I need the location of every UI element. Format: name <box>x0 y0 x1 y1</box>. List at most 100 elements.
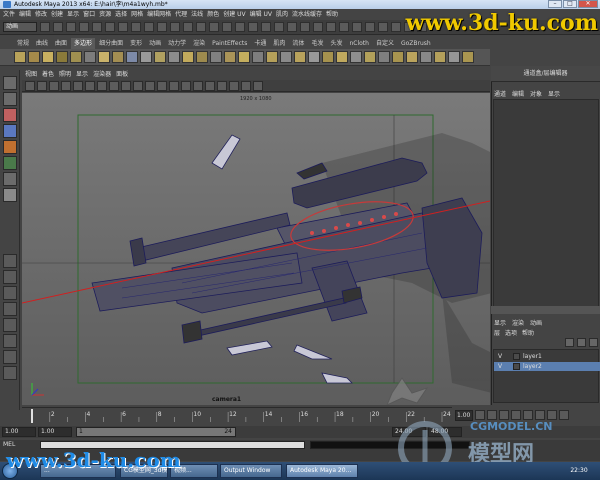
panel-splitter[interactable] <box>491 306 600 314</box>
shelf-tab[interactable]: 流体 <box>289 38 307 49</box>
shelf-tab[interactable]: GoZBrush <box>398 38 434 49</box>
menu-item[interactable]: 创建 UV <box>223 9 245 20</box>
layout-custom-icon[interactable] <box>3 350 17 364</box>
status-line-tool-icon[interactable] <box>105 22 115 32</box>
layer-visibility-toggle[interactable]: V <box>498 352 502 361</box>
shelf-tool-icon[interactable] <box>462 51 474 63</box>
range-handle[interactable]: 1 24 <box>76 427 236 437</box>
shelf-tool-icon[interactable] <box>252 51 264 63</box>
shelf-tool-icon[interactable] <box>84 51 96 63</box>
move-tool-icon[interactable] <box>3 124 17 138</box>
taskbar-button[interactable]: Output Window <box>220 464 282 478</box>
shelf-tool-icon[interactable] <box>28 51 40 63</box>
menu-item[interactable]: 资源 <box>99 9 111 20</box>
panel-toolbar-icon[interactable] <box>49 81 59 91</box>
layout-persp-icon[interactable] <box>3 286 17 300</box>
status-line-tool-icon[interactable] <box>183 22 193 32</box>
menu-item[interactable]: 编辑 <box>19 9 31 20</box>
step-back-key-icon[interactable] <box>487 410 497 420</box>
start-time-field[interactable]: 1.00 <box>2 427 36 437</box>
menu-item[interactable]: 肌肉 <box>276 9 288 20</box>
shelf-tab[interactable]: 卡通 <box>251 38 269 49</box>
shelf-tool-icon[interactable] <box>378 51 390 63</box>
panel-menu-item[interactable]: 显示 <box>76 70 88 80</box>
layer-editor-tab[interactable]: 动画 <box>530 318 542 327</box>
menu-item[interactable]: 编辑网格 <box>147 9 171 20</box>
layer-menu-item[interactable]: 层 <box>494 328 500 337</box>
shelf-tool-icon[interactable] <box>224 51 236 63</box>
panel-toolbar-icon[interactable] <box>133 81 143 91</box>
play-forward-icon[interactable] <box>523 410 533 420</box>
status-line-tool-icon[interactable] <box>274 22 284 32</box>
shelf-tab[interactable]: 毛发 <box>308 38 326 49</box>
status-line-tool-icon[interactable] <box>53 22 63 32</box>
playback-start-field[interactable]: 1.00 <box>38 427 72 437</box>
layout-outliner-icon[interactable] <box>3 302 17 316</box>
shelf-tab[interactable]: PaintEffects <box>209 38 250 49</box>
shelf-tool-icon[interactable] <box>98 51 110 63</box>
manipulator-icon[interactable] <box>3 172 17 186</box>
panel-toolbar-icon[interactable] <box>217 81 227 91</box>
menu-item[interactable]: 修改 <box>35 9 47 20</box>
shelf-tab[interactable]: 动画 <box>146 38 164 49</box>
select-tool-icon[interactable] <box>3 76 17 90</box>
layer-color-swatch[interactable] <box>513 363 520 370</box>
panel-menu-item[interactable]: 照明 <box>59 70 71 80</box>
panel-toolbar-icon[interactable] <box>205 81 215 91</box>
layout-single-icon[interactable] <box>3 254 17 268</box>
panel-toolbar-icon[interactable] <box>241 81 251 91</box>
shelf-tool-icon[interactable] <box>350 51 362 63</box>
shelf-tool-icon[interactable] <box>42 51 54 63</box>
layout-hypershade-icon[interactable] <box>3 334 17 348</box>
status-line-tool-icon[interactable] <box>339 22 349 32</box>
shelf-tool-icon[interactable] <box>322 51 334 63</box>
panel-toolbar-icon[interactable] <box>145 81 155 91</box>
status-line-tool-icon[interactable] <box>66 22 76 32</box>
shelf-tool-icon[interactable] <box>70 51 82 63</box>
panel-toolbar-icon[interactable] <box>157 81 167 91</box>
shelf-tool-icon[interactable] <box>238 51 250 63</box>
taskbar-button[interactable]: Autodesk Maya 20... <box>286 464 358 478</box>
status-line-tool-icon[interactable] <box>40 22 50 32</box>
shelf-tool-icon[interactable] <box>196 51 208 63</box>
status-line-tool-icon[interactable] <box>248 22 258 32</box>
play-back-icon[interactable] <box>511 410 521 420</box>
shelf-tool-icon[interactable] <box>364 51 376 63</box>
shelf-tool-icon[interactable] <box>154 51 166 63</box>
panel-toolbar-icon[interactable] <box>109 81 119 91</box>
shelf-tool-icon[interactable] <box>434 51 446 63</box>
layer-name[interactable]: layer2 <box>523 362 542 371</box>
status-line-tool-icon[interactable] <box>144 22 154 32</box>
status-line-tool-icon[interactable] <box>235 22 245 32</box>
panel-menu-item[interactable]: 着色 <box>42 70 54 80</box>
shelf-tool-icon[interactable] <box>126 51 138 63</box>
status-line-tool-icon[interactable] <box>79 22 89 32</box>
close-icon[interactable]: ✕ <box>578 0 598 8</box>
step-forward-key-icon[interactable] <box>547 410 557 420</box>
menu-item[interactable]: 网格 <box>131 9 143 20</box>
channel-box-body[interactable] <box>493 99 599 309</box>
shelf-tool-icon[interactable] <box>308 51 320 63</box>
shelf-tab[interactable]: 多边形 <box>71 38 96 49</box>
status-line-tool-icon[interactable] <box>170 22 180 32</box>
status-line-tool-icon[interactable] <box>118 22 128 32</box>
menu-item[interactable]: 窗口 <box>83 9 95 20</box>
new-layer-selected-icon[interactable] <box>577 338 586 347</box>
status-line-tool-icon[interactable] <box>365 22 375 32</box>
current-time-marker[interactable] <box>31 409 33 423</box>
shelf-tool-icon[interactable] <box>280 51 292 63</box>
panel-menu-item[interactable]: 视图 <box>25 70 37 80</box>
panel-toolbar-icon[interactable] <box>37 81 47 91</box>
menu-item[interactable]: 帮助 <box>326 9 338 20</box>
menu-item[interactable]: 显示 <box>67 9 79 20</box>
channel-box-tab[interactable]: 通道 <box>494 89 506 98</box>
layer-editor-tab[interactable]: 显示 <box>494 318 506 327</box>
menu-item[interactable]: 创建 <box>51 9 63 20</box>
channel-box-tab[interactable]: 编辑 <box>512 89 524 98</box>
layer-row[interactable]: Vlayer2 <box>494 362 600 371</box>
panel-toolbar-icon[interactable] <box>97 81 107 91</box>
menu-item[interactable]: 流水线缓存 <box>292 9 322 20</box>
status-line-tool-icon[interactable] <box>300 22 310 32</box>
shelf-tool-icon[interactable] <box>210 51 222 63</box>
shelf-tab[interactable]: nCloth <box>346 38 372 49</box>
